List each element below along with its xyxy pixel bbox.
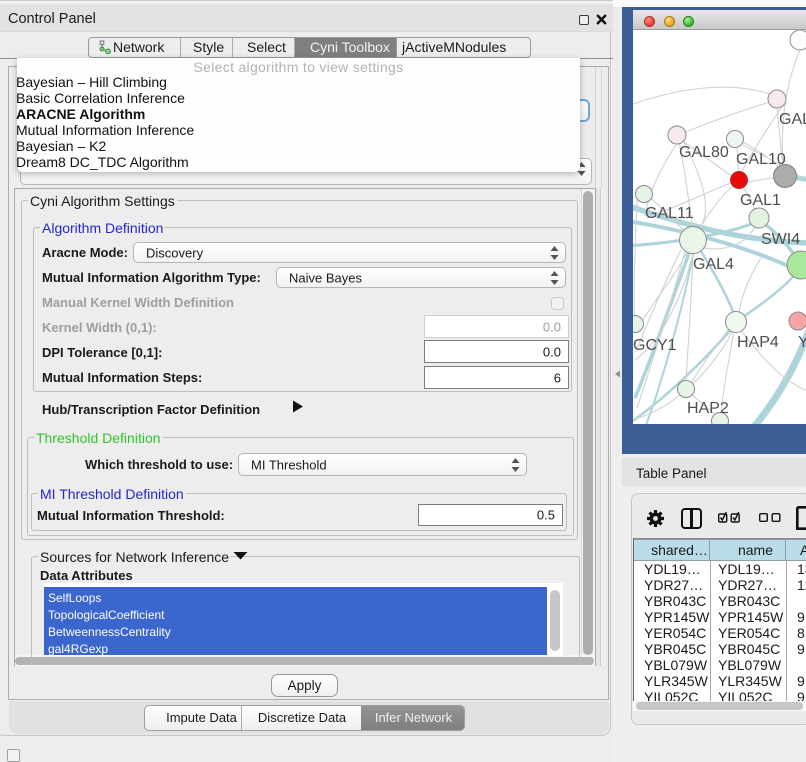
svg-text:HAP4: HAP4: [737, 334, 779, 351]
svg-text:HAP2: HAP2: [687, 400, 729, 417]
svg-text:GCY1: GCY1: [633, 337, 677, 354]
svg-text:GAL4: GAL4: [693, 256, 734, 273]
svg-text:SWI4: SWI4: [761, 231, 800, 248]
svg-text:GAL1: GAL1: [740, 192, 781, 209]
svg-text:GAL80: GAL80: [679, 144, 729, 161]
svg-text:GAL: GAL: [779, 111, 806, 128]
svg-text:GAL11: GAL11: [645, 205, 694, 222]
svg-text:GAL10: GAL10: [736, 151, 786, 168]
svg-text:Y: Y: [798, 334, 806, 351]
